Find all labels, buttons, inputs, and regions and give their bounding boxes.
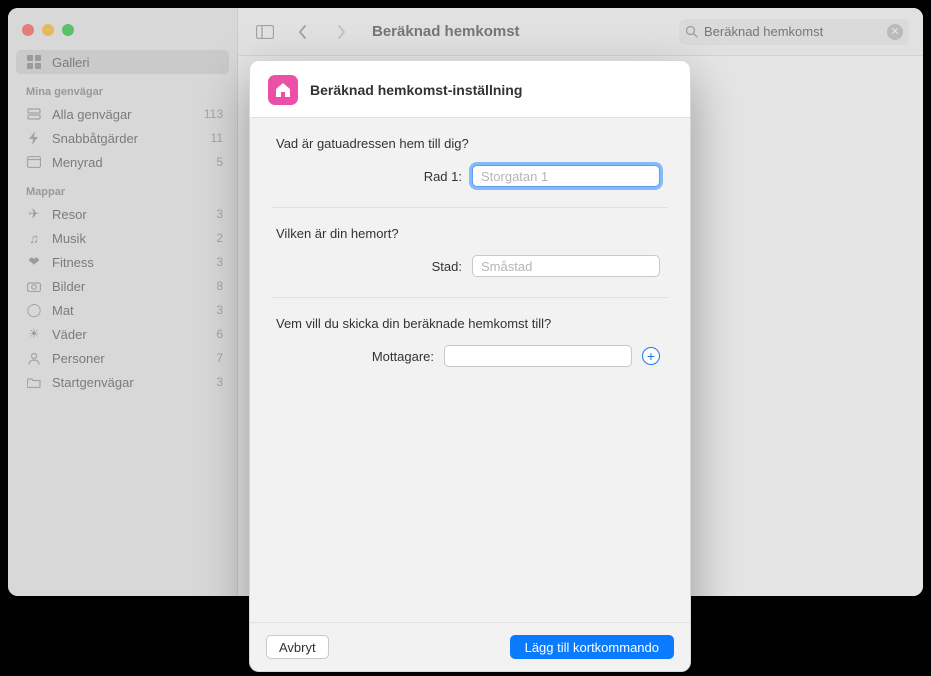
minimize-window-button[interactable] bbox=[42, 24, 54, 36]
sidebar-item-count: 5 bbox=[216, 155, 223, 169]
sidebar-item-count: 7 bbox=[216, 351, 223, 365]
stack-icon bbox=[26, 106, 42, 122]
divider bbox=[272, 207, 668, 208]
search-field[interactable]: ✕ bbox=[679, 19, 909, 45]
sidebar-folder-music[interactable]: ♫ Musik 2 bbox=[8, 226, 237, 250]
sidebar-item-count: 2 bbox=[216, 231, 223, 245]
page-title: Beräknad hemkomst bbox=[372, 23, 520, 40]
question-city: Vilken är din hemort? bbox=[276, 226, 664, 241]
question-address: Vad är gatuadressen hem till dig? bbox=[276, 136, 664, 151]
sidebar-item-count: 8 bbox=[216, 279, 223, 293]
sidebar-item-all-shortcuts[interactable]: Alla genvägar 113 bbox=[8, 102, 237, 126]
menubar-icon bbox=[26, 154, 42, 170]
sidebar-section-folders: Mappar bbox=[8, 174, 237, 202]
sidebar-item-count: 3 bbox=[216, 303, 223, 317]
clear-search-button[interactable]: ✕ bbox=[887, 24, 903, 40]
sheet-footer: Avbryt Lägg till kortkommando bbox=[250, 622, 690, 671]
address-label: Rad 1: bbox=[424, 169, 462, 184]
sidebar-item-label: Galleri bbox=[52, 55, 90, 70]
sidebar-item-label: Startgenvägar bbox=[52, 375, 134, 390]
sidebar-folder-starter[interactable]: Startgenvägar 3 bbox=[8, 370, 237, 394]
sheet-header: Beräknad hemkomst-inställning bbox=[250, 61, 690, 118]
sheet-title: Beräknad hemkomst-inställning bbox=[310, 82, 522, 98]
sidebar-folder-people[interactable]: Personer 7 bbox=[8, 346, 237, 370]
sidebar-section-mine: Mina genvägar bbox=[8, 74, 237, 102]
question-recipient: Vem vill du skicka din beräknade hemkoms… bbox=[276, 316, 664, 331]
home-icon bbox=[268, 75, 298, 105]
sidebar-item-label: Menyrad bbox=[52, 155, 103, 170]
recipient-label: Mottagare: bbox=[372, 349, 434, 364]
sidebar-item-count: 113 bbox=[204, 107, 223, 121]
sheet-body: Vad är gatuadressen hem till dig? Rad 1:… bbox=[250, 118, 690, 622]
music-icon: ♫ bbox=[26, 230, 42, 246]
add-recipient-button[interactable]: + bbox=[642, 347, 660, 365]
sidebar-item-label: Mat bbox=[52, 303, 74, 318]
bolt-icon bbox=[26, 130, 42, 146]
sidebar-folder-fitness[interactable]: ❤︎ Fitness 3 bbox=[8, 250, 237, 274]
maximize-window-button[interactable] bbox=[62, 24, 74, 36]
cancel-button[interactable]: Avbryt bbox=[266, 635, 329, 659]
plane-icon: ✈︎ bbox=[26, 206, 42, 222]
setup-sheet: Beräknad hemkomst-inställning Vad är gat… bbox=[249, 60, 691, 672]
back-button[interactable] bbox=[290, 20, 316, 44]
search-icon bbox=[685, 25, 698, 38]
sidebar-item-label: Snabbåtgärder bbox=[52, 131, 138, 146]
field-row-address: Rad 1: bbox=[276, 165, 664, 187]
divider bbox=[272, 297, 668, 298]
field-row-city: Stad: bbox=[276, 255, 664, 277]
sidebar-item-count: 6 bbox=[216, 327, 223, 341]
sidebar-item-label: Alla genvägar bbox=[52, 107, 132, 122]
sun-icon: ☀︎ bbox=[26, 326, 42, 342]
sidebar-item-count: 11 bbox=[211, 131, 223, 145]
camera-icon bbox=[26, 278, 42, 294]
person-icon bbox=[26, 350, 42, 366]
toggle-sidebar-button[interactable] bbox=[252, 20, 278, 44]
close-window-button[interactable] bbox=[22, 24, 34, 36]
sidebar-item-label: Personer bbox=[52, 351, 105, 366]
sidebar-item-count: 3 bbox=[216, 375, 223, 389]
forward-button[interactable] bbox=[328, 20, 354, 44]
recipient-input[interactable] bbox=[444, 345, 632, 367]
grid-icon bbox=[26, 54, 42, 70]
sidebar-item-gallery[interactable]: Galleri bbox=[16, 50, 229, 74]
search-input[interactable] bbox=[698, 24, 887, 39]
field-row-recipient: Mottagare: + bbox=[276, 345, 664, 367]
fitness-icon: ❤︎ bbox=[26, 254, 42, 270]
sidebar-item-label: Bilder bbox=[52, 279, 85, 294]
add-shortcut-button[interactable]: Lägg till kortkommando bbox=[510, 635, 674, 659]
city-input[interactable] bbox=[472, 255, 660, 277]
sidebar-item-count: 3 bbox=[216, 255, 223, 269]
sidebar-item-label: Väder bbox=[52, 327, 87, 342]
food-icon: ◯ bbox=[26, 302, 42, 318]
sidebar-item-label: Resor bbox=[52, 207, 87, 222]
sidebar-item-menubar[interactable]: Menyrad 5 bbox=[8, 150, 237, 174]
sidebar-item-label: Musik bbox=[52, 231, 86, 246]
city-label: Stad: bbox=[432, 259, 462, 274]
window-controls bbox=[8, 18, 237, 50]
sidebar-folder-travel[interactable]: ✈︎ Resor 3 bbox=[8, 202, 237, 226]
sidebar-item-label: Fitness bbox=[52, 255, 94, 270]
sidebar-folder-images[interactable]: Bilder 8 bbox=[8, 274, 237, 298]
sidebar-item-count: 3 bbox=[216, 207, 223, 221]
sidebar: Galleri Mina genvägar Alla genvägar 113 … bbox=[8, 8, 238, 596]
sidebar-folder-weather[interactable]: ☀︎ Väder 6 bbox=[8, 322, 237, 346]
sidebar-item-quick-actions[interactable]: Snabbåtgärder 11 bbox=[8, 126, 237, 150]
address-input[interactable] bbox=[472, 165, 660, 187]
toolbar: Beräknad hemkomst ✕ bbox=[238, 8, 923, 56]
folder-icon bbox=[26, 374, 42, 390]
sidebar-folder-food[interactable]: ◯ Mat 3 bbox=[8, 298, 237, 322]
